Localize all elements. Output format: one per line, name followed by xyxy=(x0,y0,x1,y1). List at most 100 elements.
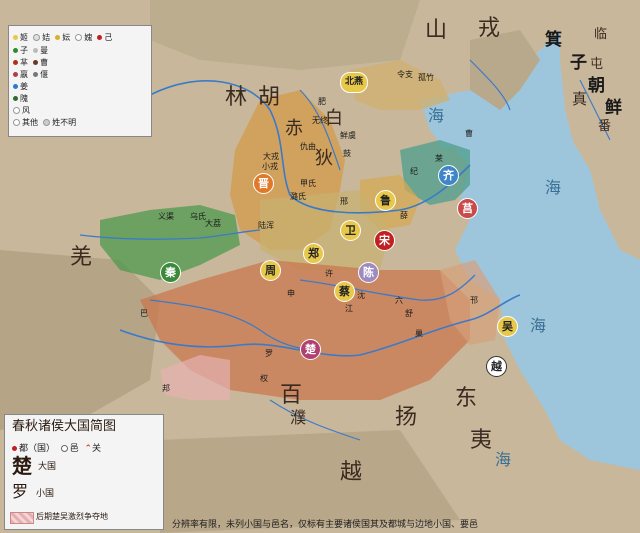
capital-dot-icon xyxy=(12,446,17,451)
legend-label: 风 xyxy=(22,106,30,115)
foreign-label: 番 xyxy=(598,119,612,134)
legend-swatch xyxy=(13,107,20,114)
legend-swatch xyxy=(55,35,61,40)
legend-pass-label: 关 xyxy=(92,444,102,454)
place-label: 江 xyxy=(345,304,353,313)
legend-small-text: 小国 xyxy=(36,489,55,499)
place-label: 大荔 xyxy=(205,219,221,228)
legend-label: 姞 xyxy=(42,33,51,42)
contested-swatch xyxy=(10,512,34,524)
legend-big-sample: 楚 xyxy=(12,454,32,478)
region-label: 羌 xyxy=(70,245,93,270)
clan-legend-row: 子 曼 xyxy=(13,45,48,56)
place-label: 邦 xyxy=(162,384,170,393)
place-label: 肥 xyxy=(318,97,326,106)
legend-town-label: 邑 xyxy=(69,444,79,454)
legend-swatch xyxy=(13,60,18,65)
sea-label: 海 xyxy=(495,450,512,469)
place-label: 大戎 xyxy=(263,152,279,161)
place-label: 薛 xyxy=(400,211,408,220)
place-label: 甲氏 xyxy=(300,179,316,188)
place-label: 无终 xyxy=(312,116,328,125)
legend-label: 姜 xyxy=(20,82,28,91)
legend-capital-label: 都（国） xyxy=(19,444,56,454)
contested-label: 后期楚吴激烈争夺地 xyxy=(36,512,108,521)
legend-label: 偃 xyxy=(40,70,49,79)
legend-label: 姓不明 xyxy=(52,118,77,127)
region-label: 濮 xyxy=(290,408,307,427)
place-label: 沈 xyxy=(357,291,365,300)
region-label: 百 xyxy=(280,383,303,408)
legend-swatch xyxy=(33,48,39,53)
foreign-label: 鲜 xyxy=(605,98,622,118)
place-label: 巢 xyxy=(415,329,423,338)
region-label: 东 xyxy=(455,386,478,411)
town-dot-icon xyxy=(60,445,68,452)
legend-big-text: 大国 xyxy=(38,462,57,472)
region-label: 扬 xyxy=(395,405,418,430)
place-label: 纪 xyxy=(410,167,418,176)
place-label: 鼓 xyxy=(343,149,351,158)
state-badge: 宋 xyxy=(374,230,395,251)
legend-swatch xyxy=(43,119,51,126)
legend-label: 其他 xyxy=(22,118,38,127)
legend-swatch xyxy=(13,48,18,53)
region-label: 林 xyxy=(225,85,248,110)
state-badge: 越 xyxy=(486,356,507,377)
legend-label: 姬 xyxy=(20,33,28,42)
clan-legend-row: 其他 姓不明 xyxy=(13,117,76,128)
sea-label: 海 xyxy=(545,178,562,197)
clan-legend-row: 芈 曹 xyxy=(13,57,48,68)
legend-label: 芈 xyxy=(20,58,28,67)
state-badge: 莒 xyxy=(457,198,478,219)
legend-label: 曼 xyxy=(40,46,49,55)
region-label: 赤 xyxy=(285,118,303,139)
foreign-label: 临 xyxy=(594,27,608,42)
place-label: 孤竹 xyxy=(418,73,434,82)
place-label: 莱 xyxy=(435,154,443,163)
place-label: 陆浑 xyxy=(258,221,274,230)
place-label: 邢 xyxy=(340,197,348,206)
clan-legend-row: 嬴 偃 xyxy=(13,69,48,80)
state-badge: 蔡 xyxy=(334,281,355,302)
legend-swatch xyxy=(13,119,20,126)
foreign-label: 箕 xyxy=(545,30,562,50)
place-label: 鲜虞 xyxy=(340,131,356,140)
state-badge: 郑 xyxy=(303,243,324,264)
clan-legend-row: 隗 xyxy=(13,93,28,104)
place-label: 小戎 xyxy=(262,162,278,171)
legend-label: 媿 xyxy=(84,33,93,42)
region-label: 戎 xyxy=(478,16,501,41)
place-label: 舒 xyxy=(405,309,413,318)
clan-legend-row: 姬 姞 妘 媿 己 xyxy=(13,32,112,43)
place-label: 申 xyxy=(287,289,295,298)
region-label: 狄 xyxy=(315,148,333,169)
place-label: 曹 xyxy=(465,129,473,138)
place-label: 巴 xyxy=(140,309,148,318)
state-badge: 楚 xyxy=(300,339,321,360)
foreign-label: 子 xyxy=(570,53,587,73)
place-label: 仇由 xyxy=(300,142,316,151)
state-badge: 齐 xyxy=(438,165,459,186)
legend-swatch xyxy=(33,34,41,41)
footnote: 分辨率有限，未列小国与邑名，仅标有主要诸侯国其及都城与边地小国、要邑 xyxy=(172,520,479,530)
foreign-label: 屯 xyxy=(590,57,604,72)
region-label: 越 xyxy=(340,460,363,485)
legend-swatch xyxy=(13,72,18,77)
legend-label: 妘 xyxy=(62,33,71,42)
legend-swatch xyxy=(97,35,103,40)
legend-swatch xyxy=(13,35,18,40)
clan-legend-row: 姜 xyxy=(13,81,28,92)
place-label: 乌氏 xyxy=(190,212,206,221)
place-label: 令支 xyxy=(397,70,413,79)
sea-label: 海 xyxy=(428,106,445,125)
state-badge: 秦 xyxy=(160,262,181,283)
legend-symbols: 都（国） 邑 ⌃关 xyxy=(12,441,101,454)
state-badge: 周 xyxy=(260,260,281,281)
legend-swatch xyxy=(13,96,18,101)
region-label: 胡 xyxy=(258,85,281,110)
region-label: 山 xyxy=(425,18,448,43)
region-label: 夷 xyxy=(470,428,493,453)
state-badge: 鲁 xyxy=(375,190,396,211)
legend-small-sample: 罗 xyxy=(12,482,29,501)
